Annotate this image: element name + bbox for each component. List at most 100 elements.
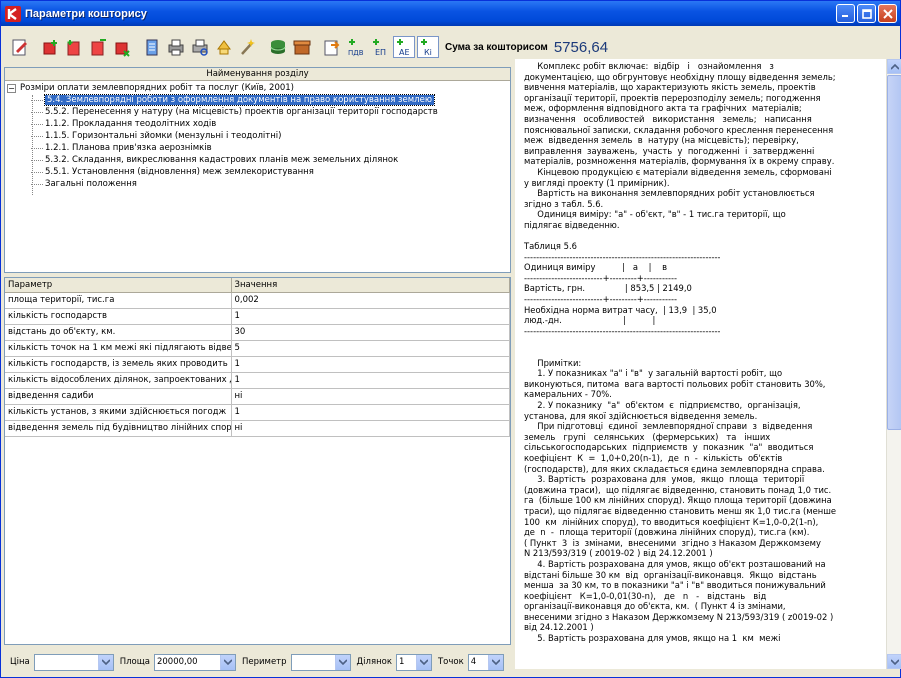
table-row[interactable]: кількість точок на 1 км межі які підляга… — [5, 340, 510, 357]
plots-select[interactable]: 1 — [395, 653, 432, 671]
wand-icon — [241, 39, 255, 55]
table-row[interactable]: відведення садиби ні — [5, 388, 510, 405]
sum-label: Сума за кошторисом — [445, 41, 548, 53]
printer-icon — [168, 39, 184, 56]
list-button[interactable] — [141, 36, 163, 58]
tree-item-label: Загальні положення — [45, 179, 137, 189]
perimeter-select[interactable] — [290, 653, 351, 671]
plots-label: Ділянок — [356, 657, 392, 667]
table-row[interactable]: кількість господарств 1 — [5, 308, 510, 325]
print-preview-button[interactable] — [189, 36, 211, 58]
add-ep-icon: ЕП — [373, 39, 386, 57]
document-line: --------------------------+---------+---… — [524, 272, 678, 283]
param-value[interactable]: 30 — [231, 324, 510, 341]
document-line: камеральних - 70%. — [524, 389, 612, 400]
document-line: Кінцевою продукцією є матеріали відведен… — [524, 166, 832, 177]
document-text-panel[interactable]: Комплекс робіт включає: відбір і ознайом… — [515, 59, 886, 669]
tree-item[interactable]: 5.3.2. Складання, викреслювання кадастро… — [7, 154, 508, 166]
print-button[interactable] — [165, 36, 187, 58]
document-line: (господарств), для яких складається єдин… — [524, 463, 825, 474]
export-button[interactable] — [213, 36, 235, 58]
scroll-thumb[interactable] — [887, 75, 901, 430]
database-button[interactable] — [267, 36, 289, 58]
tree-item[interactable]: 1.1.5. Горизонтальні зйомки (мензульні і… — [7, 130, 508, 142]
add-red-icon — [43, 40, 57, 55]
param-value[interactable]: 5 — [231, 340, 510, 357]
tree-item[interactable]: 1.2.1. Планова прив'язка аерознімків — [7, 142, 508, 154]
points-select[interactable]: 4 — [467, 653, 504, 671]
param-value[interactable]: 1 — [231, 308, 510, 325]
tree-item[interactable]: 5.5.2. Перенесення у натуру (на місцевіс… — [7, 106, 508, 118]
param-value[interactable]: ні — [231, 420, 510, 437]
chevron-down-icon[interactable] — [219, 654, 235, 670]
table-row[interactable]: кількість установ, з якими здійснюється … — [5, 404, 510, 421]
chevron-down-icon[interactable] — [334, 654, 350, 670]
add-vat-icon: ПДВ — [348, 39, 364, 57]
column-header-parameter[interactable]: Параметр — [5, 278, 232, 293]
document-line: організації-виконавця до об'єкта, км. ( … — [524, 601, 786, 612]
table-row[interactable]: відведення земель під будівництво лінійн… — [5, 420, 510, 437]
param-value[interactable]: 1 — [231, 356, 510, 373]
tree-item-label: 1.2.1. Планова прив'язка аерознімків — [45, 143, 212, 153]
document-line: пояснювальної записки, складання робочог… — [524, 124, 834, 135]
document-line: згідно з табл. 5.6. — [524, 198, 604, 209]
app-logo-icon — [5, 5, 21, 22]
tree-item[interactable]: 5.4. Землевпорядні роботи з оформлення д… — [7, 94, 508, 106]
table-row[interactable]: площа території, тис.га 0,002 — [5, 292, 510, 309]
minimize-button[interactable] — [836, 4, 855, 23]
minimize-icon — [842, 15, 848, 17]
table-row[interactable]: кількість відособлених ділянок, запроект… — [5, 372, 510, 389]
scroll-up-button[interactable] — [887, 59, 901, 74]
document-line: менша за 30 км, то в показники "а" і "в"… — [524, 580, 826, 591]
document-scrollbar[interactable] — [886, 59, 901, 669]
add-vat-button[interactable]: ПДВ — [345, 36, 367, 58]
add-ep-button[interactable]: ЕП — [369, 36, 391, 58]
archive-button[interactable] — [291, 36, 313, 58]
param-value[interactable]: ні — [231, 388, 510, 405]
document-line: люд.-дн. | | — [524, 315, 656, 326]
param-name: кількість відособлених ділянок, запроект… — [5, 372, 232, 389]
add-section-button[interactable] — [63, 36, 85, 58]
chevron-down-icon[interactable] — [415, 654, 431, 670]
tree-root[interactable]: − Розміри оплати землевпорядних робіт та … — [7, 82, 508, 94]
param-value[interactable]: 0,002 — [231, 292, 510, 309]
title-bar[interactable]: Параметри кошторису — [1, 1, 900, 26]
tree-item[interactable]: 5.5.1. Установлення (відновлення) меж зе… — [7, 166, 508, 178]
document-line: установа, для якої здійснюється відведен… — [524, 410, 758, 421]
param-value[interactable]: 1 — [231, 372, 510, 389]
table-row[interactable]: кількість господарств, із земель яких пр… — [5, 356, 510, 373]
document-line: Вартість, грн. | 853,5 | 2149,0 — [524, 283, 692, 294]
import-button[interactable] — [321, 36, 343, 58]
tree-item[interactable]: 1.1.2. Прокладання теодолітних ходів — [7, 118, 508, 130]
scroll-down-button[interactable] — [887, 654, 901, 669]
document-line: ( Пункт 3 із змінами, внесеними згідно з… — [524, 537, 821, 548]
add-ki-button[interactable]: Кі — [417, 36, 439, 58]
area-select[interactable]: 20000,00 — [153, 653, 236, 671]
edit-estimate-button[interactable] — [9, 36, 31, 58]
chevron-down-icon[interactable] — [97, 654, 113, 670]
box-icon — [293, 40, 311, 55]
collapse-icon[interactable]: − — [7, 84, 16, 93]
document-line: виконуються, питома вага вартості польов… — [524, 378, 826, 389]
settings-button[interactable] — [237, 36, 259, 58]
document-line: документацією, що обгрунтовує необхідну … — [524, 71, 836, 82]
param-value[interactable]: 1 — [231, 404, 510, 421]
add-ae-button[interactable]: АЕ — [393, 36, 415, 58]
maximize-button[interactable] — [857, 4, 876, 23]
parameters-grid[interactable]: Параметр Значення площа території, тис.г… — [4, 277, 511, 645]
price-select[interactable] — [33, 653, 114, 671]
tree-item[interactable]: Загальні положення — [7, 178, 508, 190]
add-ae-icon: АЕ — [397, 39, 410, 57]
table-row[interactable]: відстань до об'єкту, км. 30 — [5, 324, 510, 341]
insert-section-button[interactable] — [87, 36, 109, 58]
close-button[interactable] — [878, 4, 897, 23]
chevron-down-icon[interactable] — [487, 654, 503, 670]
document-line: меж, оформлення відповідного акта та гра… — [524, 103, 802, 114]
add-item-button[interactable] — [39, 36, 61, 58]
column-header-value[interactable]: Значення — [231, 278, 510, 293]
param-name: відстань до об'єкту, км. — [5, 324, 232, 341]
add-document-icon — [67, 40, 80, 56]
document-line: де n - площа території (довжина лінійних… — [524, 527, 810, 538]
section-tree[interactable]: Найменування розділу − Розміри оплати зем… — [4, 67, 511, 273]
remove-item-button[interactable] — [111, 36, 133, 58]
